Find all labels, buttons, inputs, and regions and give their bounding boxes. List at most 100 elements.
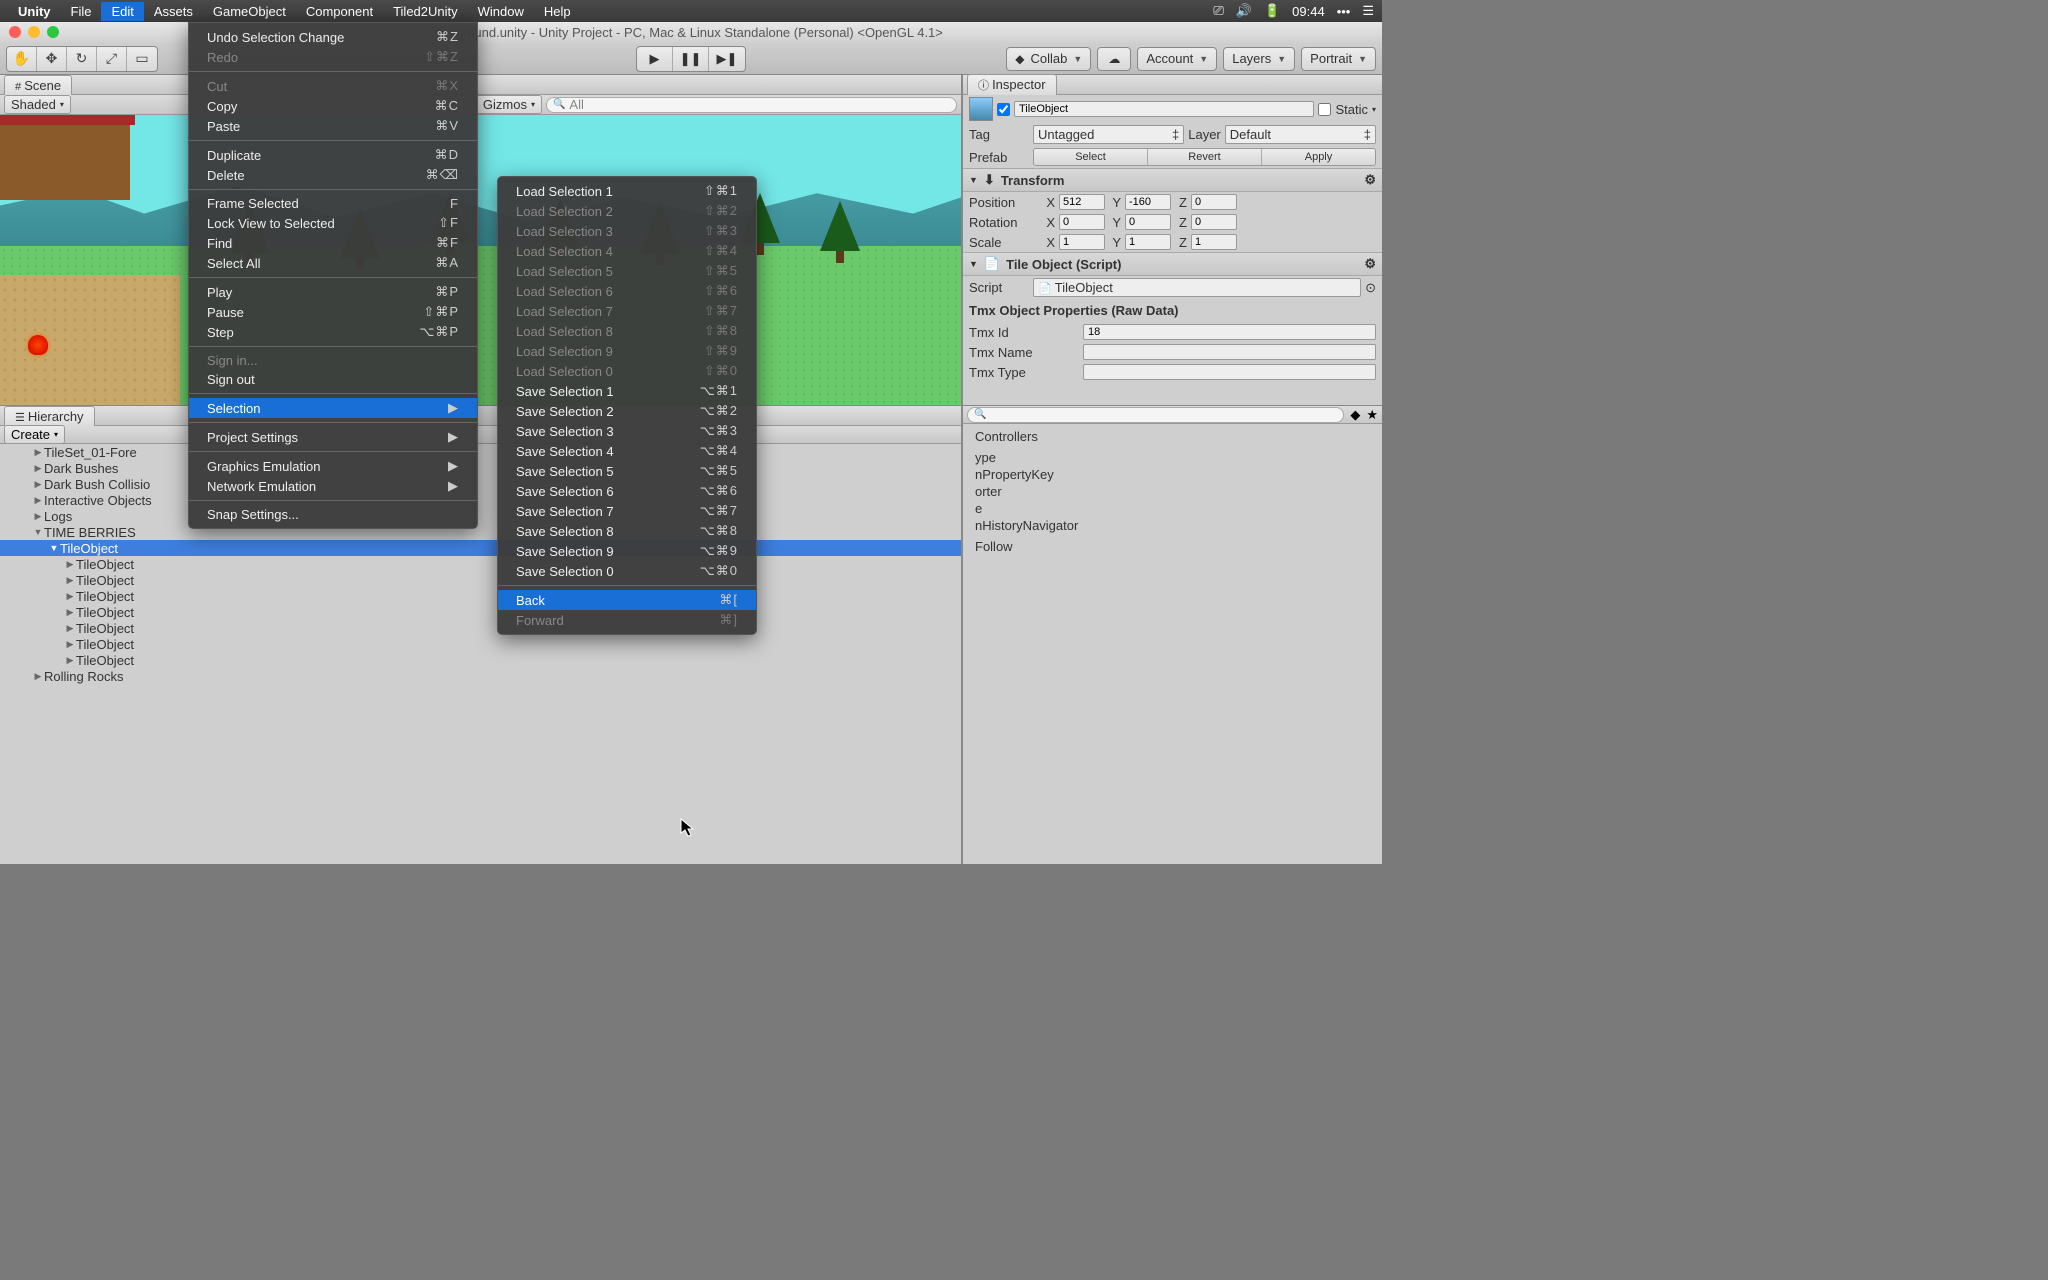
create-dropdown[interactable]: Create▾ bbox=[4, 425, 65, 444]
gameobject-active-checkbox[interactable] bbox=[997, 103, 1010, 116]
project-list-item[interactable]: ype bbox=[975, 449, 1370, 466]
menu-item[interactable]: Play⌘P bbox=[189, 282, 477, 302]
menubar-edit[interactable]: Edit bbox=[101, 2, 143, 21]
menu-item[interactable]: Delete⌘⌫ bbox=[189, 165, 477, 185]
hierarchy-item[interactable]: ▶TileSet_01-Fore bbox=[0, 444, 961, 460]
menu-item[interactable]: Sign out bbox=[189, 370, 477, 389]
rot-z-input[interactable] bbox=[1191, 214, 1237, 230]
scl-z-input[interactable] bbox=[1191, 234, 1237, 250]
menu-item[interactable]: Save Selection 2⌥⌘2 bbox=[498, 401, 756, 421]
screencast-icon[interactable]: ⎚ bbox=[1213, 3, 1223, 19]
notification-icon[interactable]: ☰ bbox=[1362, 3, 1374, 19]
menu-item[interactable]: Graphics Emulation▶ bbox=[189, 456, 477, 476]
menubar-assets[interactable]: Assets bbox=[144, 2, 203, 21]
menubar-file[interactable]: File bbox=[61, 2, 102, 21]
scene-view[interactable] bbox=[0, 115, 961, 405]
menubar-help[interactable]: Help bbox=[534, 2, 581, 21]
menu-item[interactable]: Selection▶ bbox=[189, 398, 477, 418]
pos-y-input[interactable] bbox=[1125, 194, 1171, 210]
hierarchy-item[interactable]: ▶Dark Bushes bbox=[0, 460, 961, 476]
move-tool-button[interactable]: ✥ bbox=[37, 47, 67, 71]
project-list-item[interactable]: e bbox=[975, 500, 1370, 517]
menu-item[interactable]: Network Emulation▶ bbox=[189, 476, 477, 496]
tmxname-input[interactable] bbox=[1083, 344, 1376, 360]
menubar-tiled2unity[interactable]: Tiled2Unity bbox=[383, 2, 468, 21]
project-list-item[interactable]: Follow bbox=[975, 538, 1370, 555]
collab-dropdown[interactable]: ◆ Collab▼ bbox=[1006, 47, 1091, 71]
menubar-gameobject[interactable]: GameObject bbox=[203, 2, 296, 21]
menu-item[interactable]: Save Selection 0⌥⌘0 bbox=[498, 561, 756, 581]
menu-item[interactable]: Frame SelectedF bbox=[189, 194, 477, 213]
tileobject-fold-icon[interactable]: ▼ bbox=[969, 259, 978, 269]
rot-x-input[interactable] bbox=[1059, 214, 1105, 230]
prefab-apply-button[interactable]: Apply bbox=[1262, 149, 1375, 165]
project-list-item[interactable]: nHistoryNavigator bbox=[975, 517, 1370, 534]
clock[interactable]: 09:44 bbox=[1292, 4, 1325, 19]
hierarchy-item[interactable]: ▶TileObject bbox=[0, 636, 961, 652]
prefab-revert-button[interactable]: Revert bbox=[1148, 149, 1262, 165]
menu-item[interactable]: Load Selection 1⇧⌘1 bbox=[498, 181, 756, 201]
menu-item[interactable]: Duplicate⌘D bbox=[189, 145, 477, 165]
menu-item[interactable]: Paste⌘V bbox=[189, 116, 477, 136]
script-field[interactable]: 📄 TileObject bbox=[1033, 278, 1361, 297]
project-icon-b[interactable]: ★ bbox=[1366, 407, 1378, 423]
component-gear-icon[interactable]: ⚙ bbox=[1364, 256, 1376, 272]
project-list-item[interactable]: orter bbox=[975, 483, 1370, 500]
zoom-window-button[interactable] bbox=[47, 26, 59, 38]
inspector-tab[interactable]: ⓘ Inspector bbox=[967, 74, 1057, 95]
rotate-tool-button[interactable]: ↻ bbox=[67, 47, 97, 71]
menu-item[interactable]: Lock View to Selected⇧F bbox=[189, 213, 477, 233]
hierarchy-item[interactable]: ▶TileObject bbox=[0, 572, 961, 588]
menu-item[interactable]: Save Selection 9⌥⌘9 bbox=[498, 541, 756, 561]
menu-item[interactable]: Save Selection 4⌥⌘4 bbox=[498, 441, 756, 461]
shading-dropdown[interactable]: Shaded▾ bbox=[4, 95, 71, 114]
menu-item[interactable]: Save Selection 7⌥⌘7 bbox=[498, 501, 756, 521]
menu-item[interactable]: Undo Selection Change⌘Z bbox=[189, 27, 477, 47]
hierarchy-item[interactable]: ▶Logs bbox=[0, 508, 961, 524]
menu-item[interactable]: Snap Settings... bbox=[189, 505, 477, 524]
hierarchy-item[interactable]: ▶TileObject bbox=[0, 604, 961, 620]
menu-item[interactable]: Select All⌘A bbox=[189, 253, 477, 273]
hierarchy-item[interactable]: ▶Interactive Objects bbox=[0, 492, 961, 508]
hierarchy-item[interactable]: ▶TileObject bbox=[0, 556, 961, 572]
battery-icon[interactable]: 🔋 bbox=[1264, 3, 1280, 19]
scl-x-input[interactable] bbox=[1059, 234, 1105, 250]
pos-x-input[interactable] bbox=[1059, 194, 1105, 210]
menu-item[interactable]: Save Selection 8⌥⌘8 bbox=[498, 521, 756, 541]
scl-y-input[interactable] bbox=[1125, 234, 1171, 250]
rect-tool-button[interactable]: ▭ bbox=[127, 47, 157, 71]
tag-dropdown[interactable]: Untagged‡ bbox=[1033, 125, 1184, 144]
project-search[interactable]: 🔍 bbox=[967, 407, 1344, 423]
hierarchy-item[interactable]: ▶TileObject bbox=[0, 588, 961, 604]
menu-item[interactable]: Step⌥⌘P bbox=[189, 322, 477, 342]
component-gear-icon[interactable]: ⚙ bbox=[1364, 172, 1376, 188]
project-icon-a[interactable]: ◆ bbox=[1350, 407, 1360, 423]
scene-tab[interactable]: # Scene bbox=[4, 75, 72, 95]
scene-search[interactable]: 🔍All bbox=[546, 97, 957, 113]
hand-tool-button[interactable]: ✋ bbox=[7, 47, 37, 71]
layers-dropdown[interactable]: Layers▼ bbox=[1223, 47, 1295, 71]
hierarchy-item[interactable]: ▶Rolling Rocks bbox=[0, 668, 961, 684]
prefab-select-button[interactable]: Select bbox=[1034, 149, 1148, 165]
transform-fold-icon[interactable]: ▼ bbox=[969, 175, 978, 185]
static-checkbox[interactable] bbox=[1318, 103, 1331, 116]
layer-dropdown[interactable]: Default‡ bbox=[1225, 125, 1376, 144]
rot-y-input[interactable] bbox=[1125, 214, 1171, 230]
account-dropdown[interactable]: Account▼ bbox=[1137, 47, 1217, 71]
gizmos-dropdown[interactable]: Gizmos▾ bbox=[476, 95, 542, 114]
menu-item[interactable]: Copy⌘C bbox=[189, 96, 477, 116]
play-button[interactable]: ▶ bbox=[637, 47, 673, 71]
pos-z-input[interactable] bbox=[1191, 194, 1237, 210]
volume-icon[interactable]: 🔊 bbox=[1236, 3, 1252, 19]
menubar-window[interactable]: Window bbox=[468, 2, 534, 21]
gameobject-name-input[interactable] bbox=[1014, 101, 1314, 117]
step-button[interactable]: ▶❚ bbox=[709, 47, 745, 71]
menu-item[interactable]: Save Selection 1⌥⌘1 bbox=[498, 381, 756, 401]
hierarchy-item[interactable]: ▼TIME BERRIES bbox=[0, 524, 961, 540]
menu-item[interactable]: Project Settings▶ bbox=[189, 427, 477, 447]
project-list-item[interactable]: nPropertyKey bbox=[975, 466, 1370, 483]
hierarchy-item[interactable]: ▼TileObject bbox=[0, 540, 961, 556]
menu-item[interactable]: Back⌘[ bbox=[498, 590, 756, 610]
minimize-window-button[interactable] bbox=[28, 26, 40, 38]
hierarchy-tab[interactable]: ☰ Hierarchy bbox=[4, 406, 95, 426]
